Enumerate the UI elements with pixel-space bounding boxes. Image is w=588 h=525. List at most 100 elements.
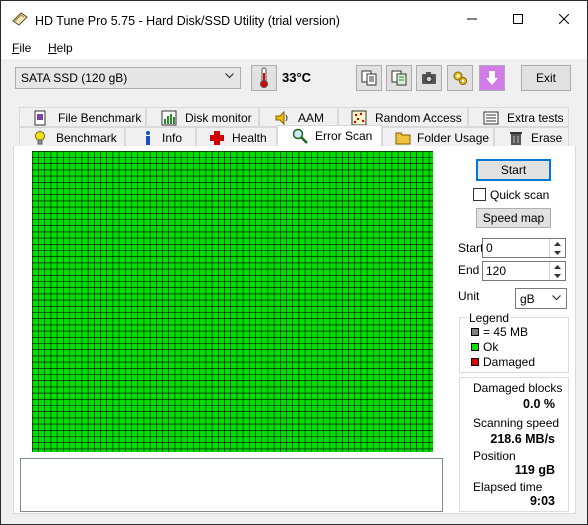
options-button[interactable]	[447, 65, 473, 91]
disk-monitor-icon	[161, 110, 177, 126]
tab-label: Info	[162, 131, 183, 145]
title-bar: HD Tune Pro 5.75 - Hard Disk/SSD Utility…	[1, 1, 587, 37]
screenshot-button[interactable]	[416, 65, 442, 91]
tab-random-access[interactable]: Random Access	[338, 107, 468, 127]
thermometer-icon	[260, 67, 268, 88]
maximize-icon	[513, 14, 523, 24]
tab-label: Error Scan	[315, 129, 373, 143]
maximize-button[interactable]	[495, 1, 541, 37]
gray-swatch-icon	[471, 328, 479, 336]
tab-benchmark[interactable]: Benchmark	[19, 127, 125, 147]
chevron-up-icon	[554, 264, 561, 269]
tab-error-scan[interactable]: Error Scan	[277, 125, 382, 147]
copy-text-button[interactable]	[356, 65, 382, 91]
close-button[interactable]	[541, 1, 587, 37]
quick-scan-label: Quick scan	[490, 188, 550, 202]
extra-tests-icon	[483, 111, 499, 125]
magnifier-icon	[292, 128, 308, 144]
legend-item-label: = 45 MB	[483, 325, 529, 339]
spinner-up-button[interactable]	[549, 239, 565, 248]
position-label: Position	[473, 449, 516, 463]
scan-log-box	[20, 458, 443, 512]
copy-text-icon	[361, 70, 377, 86]
start-spinner-value: 0	[486, 241, 493, 255]
unit-label: Unit	[458, 289, 480, 303]
download-arrow-icon	[486, 71, 498, 85]
menu-help-accel: H	[48, 41, 57, 55]
save-button[interactable]	[479, 65, 505, 91]
app-window: HD Tune Pro 5.75 - Hard Disk/SSD Utility…	[0, 0, 588, 525]
menu-file[interactable]: File	[12, 41, 31, 55]
green-swatch-icon	[471, 343, 479, 351]
elapsed-time-value: 9:03	[529, 494, 555, 508]
scanning-speed-label: Scanning speed	[473, 416, 560, 430]
health-cross-icon	[210, 131, 224, 145]
end-spinner-value: 120	[486, 264, 507, 278]
copy-all-button[interactable]	[386, 65, 412, 91]
legend-item-label: Ok	[483, 340, 499, 354]
end-spinner[interactable]: 120	[482, 261, 566, 281]
window-title: HD Tune Pro 5.75 - Hard Disk/SSD Utility…	[35, 14, 340, 28]
tab-disk-monitor[interactable]: Disk monitor	[146, 107, 259, 127]
minimize-icon	[467, 18, 477, 20]
drive-select-value: SATA SSD (120 gB)	[21, 71, 128, 85]
block-map	[32, 151, 433, 452]
tab-label: Benchmark	[56, 131, 117, 145]
unit-select-value: gB	[520, 292, 535, 306]
damaged-blocks-value: 0.0 %	[523, 397, 555, 411]
lightbulb-icon	[35, 131, 45, 145]
app-disk-icon	[12, 12, 28, 26]
tab-health[interactable]: Health	[196, 127, 277, 147]
unit-select[interactable]: gB	[515, 288, 567, 309]
info-icon	[146, 131, 150, 145]
end-field-label: End	[458, 263, 480, 277]
tab-label: File Benchmark	[58, 111, 142, 125]
tab-label: Folder Usage	[417, 131, 490, 145]
spinner-up-button[interactable]	[549, 262, 565, 271]
speaker-icon	[275, 110, 288, 126]
legend-title: Legend	[467, 311, 512, 325]
tab-folder-usage[interactable]: Folder Usage	[382, 127, 494, 147]
drive-select[interactable]: SATA SSD (120 gB)	[15, 67, 241, 89]
scanning-speed-value: 218.6 MB/s	[490, 432, 555, 446]
toolbar: SATA SSD (120 gB) 33°C Exit	[1, 59, 587, 99]
start-button[interactable]: Start	[476, 159, 551, 181]
tab-erase[interactable]: Erase	[494, 127, 569, 147]
menu-bar: File Help	[1, 37, 587, 59]
tab-label: Extra tests	[507, 111, 564, 125]
menu-help-rest: elp	[56, 41, 73, 55]
tab-label: AAM	[298, 111, 325, 125]
minimize-button[interactable]	[449, 1, 495, 37]
speed-map-button[interactable]: Speed map	[476, 208, 551, 228]
temperature-value: 33°C	[282, 70, 312, 85]
menu-file-rest: ile	[19, 41, 32, 55]
spinner-down-button[interactable]	[549, 248, 565, 257]
tab-info[interactable]: Info	[125, 127, 196, 147]
tab-aam[interactable]: AAM	[259, 107, 338, 127]
tab-extra-tests[interactable]: Extra tests	[468, 107, 569, 127]
quick-scan-checkbox[interactable]	[473, 188, 486, 201]
random-access-icon	[351, 110, 367, 126]
chevron-down-icon	[554, 273, 561, 278]
tab-label: Disk monitor	[185, 111, 252, 125]
chevron-down-icon	[552, 295, 561, 301]
temperature-button[interactable]	[251, 65, 277, 91]
copy-all-icon	[391, 70, 407, 86]
chevron-down-icon	[225, 73, 234, 79]
tab-label: Random Access	[375, 111, 462, 125]
tab-label: Health	[232, 131, 267, 145]
exit-button[interactable]: Exit	[521, 65, 571, 91]
tab-file-benchmark[interactable]: File Benchmark	[19, 107, 146, 127]
menu-help[interactable]: Help	[48, 41, 73, 55]
chevron-down-icon	[554, 250, 561, 255]
start-field-label: Start	[458, 241, 484, 255]
block-map-fill	[32, 151, 433, 452]
camera-icon	[422, 72, 436, 84]
position-value: 119 gB	[514, 463, 555, 477]
start-spinner[interactable]: 0	[482, 238, 566, 258]
red-swatch-icon	[471, 358, 479, 366]
spinner-down-button[interactable]	[549, 271, 565, 280]
tab-label: Erase	[531, 131, 563, 145]
trash-icon	[510, 132, 522, 145]
folder-icon	[395, 132, 411, 145]
